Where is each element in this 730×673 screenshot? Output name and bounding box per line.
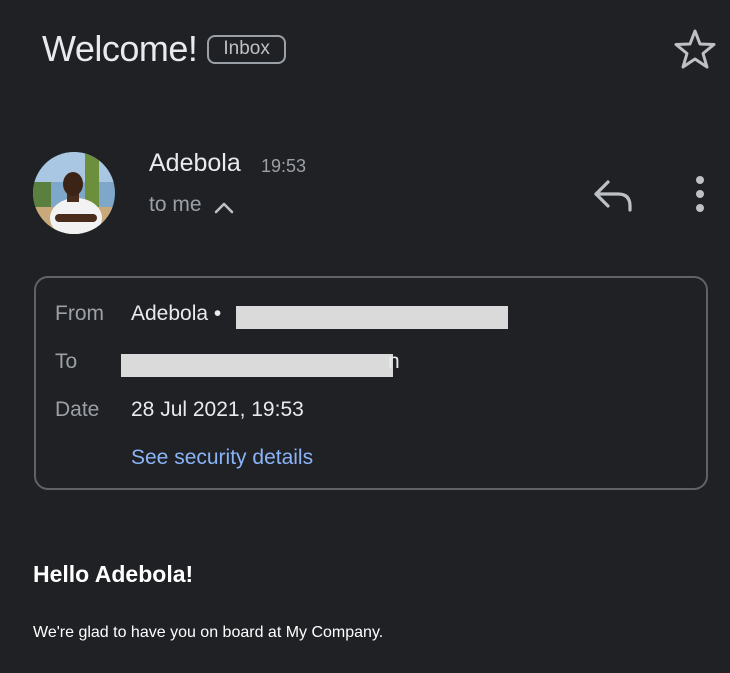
date-label: Date: [55, 398, 100, 421]
chevron-up-icon: [214, 202, 233, 214]
email-greeting: Hello Adebola!: [33, 561, 194, 587]
to-value-tail: n: [388, 350, 400, 373]
from-label: From: [55, 302, 104, 325]
reply-icon[interactable]: [590, 172, 636, 218]
email-body-text: We're glad to have you on board at My Co…: [33, 624, 384, 641]
to-label: To: [55, 350, 78, 373]
sender-name: Adebola: [149, 149, 241, 177]
security-details-link[interactable]: See security details: [131, 446, 313, 470]
more-vert-icon[interactable]: [684, 172, 716, 218]
subject-row: Welcome! Inbox: [42, 28, 286, 70]
redacted-email-to: [121, 354, 393, 377]
recipient-details-toggle[interactable]: to me: [149, 190, 236, 220]
star-icon[interactable]: [673, 27, 717, 71]
recipient-summary: to me: [149, 193, 202, 216]
message-time: 19:53: [261, 156, 307, 176]
inbox-label-chip[interactable]: Inbox: [207, 34, 286, 64]
redacted-email-from: [236, 306, 508, 329]
sender-avatar[interactable]: [33, 152, 115, 234]
avatar-photo: [33, 152, 115, 234]
message-details-panel: From Adebola • To n Date 28 Jul 2021, 19…: [34, 276, 708, 490]
date-value: 28 Jul 2021, 19:53: [131, 398, 304, 421]
email-subject: Welcome!: [42, 28, 198, 69]
from-value: Adebola •: [131, 302, 222, 325]
